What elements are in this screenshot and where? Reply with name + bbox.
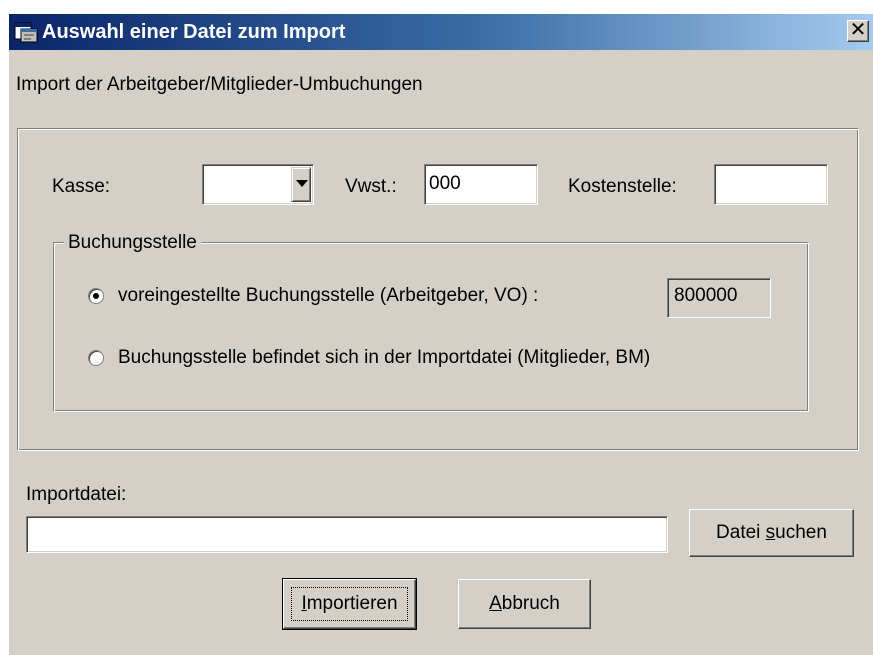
radio-importfile-buchungsstelle[interactable] [88, 350, 104, 366]
focus-indicator [291, 587, 408, 621]
cancel-accelerator: A [489, 593, 502, 614]
preset-buchungsstelle-value: 800000 [674, 285, 738, 306]
vwst-input[interactable]: 000 [424, 164, 538, 205]
buchungsstelle-legend: Buchungsstelle [64, 232, 201, 254]
radio-importfile-label[interactable]: Buchungsstelle befindet sich in der Impo… [118, 347, 650, 369]
search-file-accelerator: s [765, 522, 776, 543]
import-dialog: Auswahl einer Datei zum Import ✕ Import … [9, 14, 873, 655]
vwst-label: Vwst.: [345, 176, 397, 197]
search-file-button[interactable]: Datei suchen [689, 509, 854, 557]
search-file-label-rest: uchen [775, 522, 827, 543]
cancel-label-rest: bbruch [501, 593, 560, 614]
kostenstelle-label: Kostenstelle: [568, 176, 677, 197]
kasse-dropdown-button[interactable] [291, 167, 311, 202]
radio-selected-dot [93, 293, 99, 299]
import-button[interactable]: Importieren [282, 578, 417, 630]
vwst-value: 000 [429, 173, 461, 194]
buchungsstelle-group [53, 242, 809, 412]
radio-preset-label[interactable]: voreingestellte Buchungsstelle (Arbeitge… [118, 285, 538, 307]
cancel-button[interactable]: Abbruch [458, 579, 591, 629]
importdatei-label: Importdatei: [26, 484, 127, 505]
window-title: Auswahl einer Datei zum Import [42, 21, 346, 43]
preset-buchungsstelle-value-field: 800000 [667, 278, 771, 318]
importdatei-input[interactable] [26, 516, 668, 553]
chevron-down-icon [296, 180, 308, 187]
title-bar[interactable]: Auswahl einer Datei zum Import ✕ [9, 14, 873, 50]
close-icon: ✕ [849, 19, 867, 41]
kostenstelle-input[interactable] [714, 164, 828, 205]
radio-preset-buchungsstelle[interactable] [88, 288, 104, 304]
search-file-label-part: Datei [716, 522, 766, 543]
close-button[interactable]: ✕ [847, 20, 869, 42]
kasse-dropdown[interactable] [202, 164, 314, 205]
kasse-label: Kasse: [52, 176, 111, 197]
dialog-description: Import der Arbeitgeber/Mitglieder-Umbuch… [16, 74, 423, 95]
import-window-icon [14, 22, 38, 43]
